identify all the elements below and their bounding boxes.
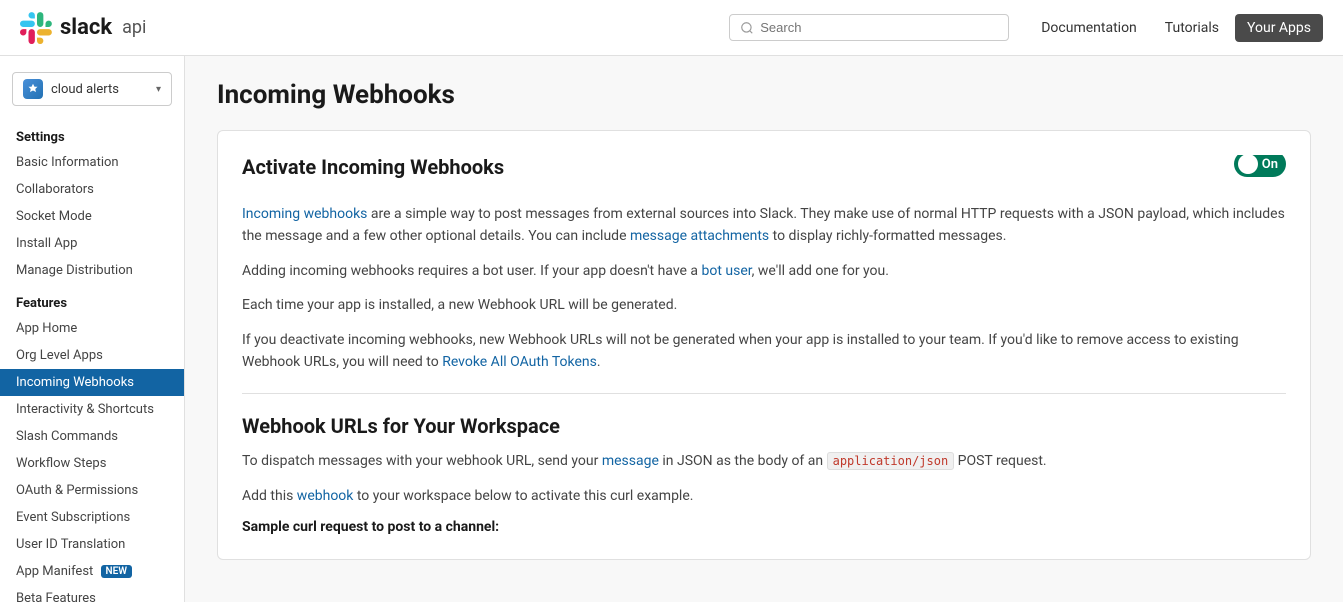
settings-section-label: Settings (0, 122, 184, 149)
bot-user-link[interactable]: bot user (702, 263, 752, 279)
logo-area: slack api (20, 12, 146, 44)
para-dispatch: To dispatch messages with your webhook U… (242, 450, 1286, 472)
layout: cloud alerts ▾ Settings Basic Informatio… (0, 56, 1343, 602)
app-selector[interactable]: cloud alerts ▾ (12, 72, 172, 106)
sidebar-item-app-manifest[interactable]: App Manifest NEW (0, 558, 184, 585)
nav-documentation[interactable]: Documentation (1029, 14, 1149, 42)
toggle-label: On (1262, 157, 1278, 172)
para-webhooks-desc: Incoming webhooks are a simple way to po… (242, 203, 1286, 248)
page-title: Incoming Webhooks (217, 80, 1311, 110)
incoming-webhooks-link[interactable]: Incoming webhooks (242, 206, 367, 222)
logo-slack-text: slack (60, 15, 112, 40)
search-bar-container (729, 14, 1009, 41)
revoke-tokens-link[interactable]: Revoke All OAuth Tokens (442, 354, 597, 370)
toggle-knob (1238, 155, 1258, 174)
nav-tutorials[interactable]: Tutorials (1153, 14, 1231, 42)
activate-toggle[interactable]: On (1234, 155, 1286, 178)
sidebar-item-app-home[interactable]: App Home (0, 315, 184, 342)
app-selector-icon (23, 79, 43, 99)
webhook-link[interactable]: webhook (297, 488, 354, 504)
sidebar-item-collaborators[interactable]: Collaborators (0, 176, 184, 203)
section-divider (242, 393, 1286, 394)
app-selector-name: cloud alerts (51, 82, 148, 97)
sidebar-item-user-id-translation[interactable]: User ID Translation (0, 531, 184, 558)
message-link[interactable]: message (602, 453, 659, 469)
nav-your-apps[interactable]: Your Apps (1235, 14, 1323, 42)
para-add-webhook: Add this webhook to your workspace below… (242, 485, 1286, 507)
sidebar-item-beta-features[interactable]: Beta Features (0, 585, 184, 602)
sidebar-item-basic-information[interactable]: Basic Information (0, 149, 184, 176)
features-section-label: Features (0, 288, 184, 315)
sidebar-item-interactivity-shortcuts[interactable]: Interactivity & Shortcuts (0, 396, 184, 423)
webhook-urls-title: Webhook URLs for Your Workspace (242, 414, 1286, 438)
logo-api-text: api (122, 17, 146, 38)
para-webhook-url-generated: Each time your app is installed, a new W… (242, 294, 1286, 316)
sidebar: cloud alerts ▾ Settings Basic Informatio… (0, 56, 185, 602)
content-type-code: application/json (827, 452, 955, 470)
top-nav: Documentation Tutorials Your Apps (1029, 14, 1323, 42)
activate-title: Activate Incoming Webhooks (242, 155, 1286, 179)
sidebar-item-event-subscriptions[interactable]: Event Subscriptions (0, 504, 184, 531)
new-badge: NEW (101, 565, 133, 578)
header: slack api Documentation Tutorials Your Ap… (0, 0, 1343, 56)
search-input[interactable] (760, 20, 998, 35)
sidebar-item-install-app[interactable]: Install App (0, 230, 184, 257)
main-content: Incoming Webhooks On Activate Incoming W… (185, 56, 1343, 602)
search-icon (740, 21, 754, 35)
slack-logo-icon (20, 12, 52, 44)
chevron-down-icon: ▾ (156, 84, 161, 95)
sidebar-item-socket-mode[interactable]: Socket Mode (0, 203, 184, 230)
webhook-urls-section: Webhook URLs for Your Workspace To dispa… (242, 414, 1286, 535)
sidebar-item-oauth-permissions[interactable]: OAuth & Permissions (0, 477, 184, 504)
sidebar-item-incoming-webhooks[interactable]: Incoming Webhooks (0, 369, 184, 396)
sidebar-item-manage-distribution[interactable]: Manage Distribution (0, 257, 184, 284)
para-deactivate: If you deactivate incoming webhooks, new… (242, 329, 1286, 374)
activate-section: On Activate Incoming Webhooks Incoming w… (242, 155, 1286, 373)
webhooks-card: On Activate Incoming Webhooks Incoming w… (217, 130, 1311, 560)
sidebar-item-org-level-apps[interactable]: Org Level Apps (0, 342, 184, 369)
sidebar-item-slash-commands[interactable]: Slash Commands (0, 423, 184, 450)
curl-label: Sample curl request to post to a channel… (242, 519, 1286, 535)
message-attachments-link[interactable]: message attachments (630, 228, 769, 244)
sidebar-item-workflow-steps[interactable]: Workflow Steps (0, 450, 184, 477)
para-bot-user: Adding incoming webhooks requires a bot … (242, 260, 1286, 282)
